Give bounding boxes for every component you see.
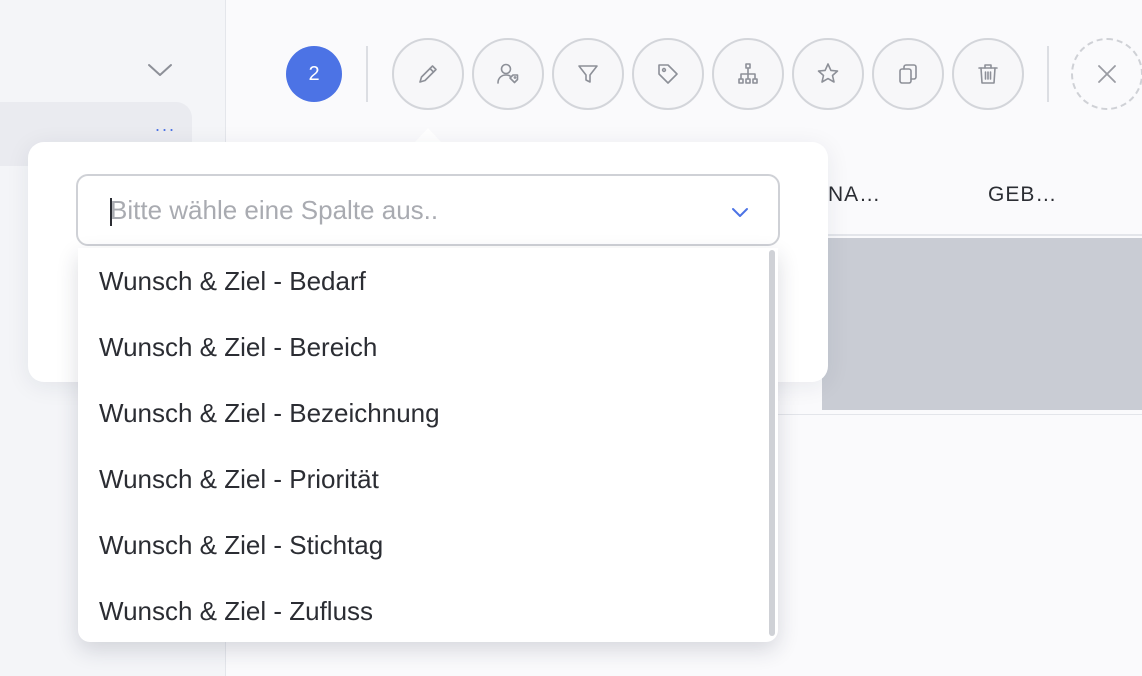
column-header-name[interactable]: NA… [828, 183, 881, 207]
dropdown-option-prioritaet[interactable]: Wunsch & Ziel - Priorität [78, 446, 768, 512]
dropdown-scrollbar[interactable] [769, 250, 775, 636]
pencil-icon [419, 65, 437, 83]
filter-button[interactable] [552, 38, 624, 110]
star-icon [817, 63, 839, 83]
copy-icon [899, 64, 917, 84]
tag-icon [658, 64, 678, 84]
user-tag-icon [497, 63, 519, 84]
sidebar-collapse-button[interactable] [144, 56, 176, 84]
hierarchy-button[interactable] [712, 38, 784, 110]
hierarchy-icon [738, 63, 758, 84]
toolbar-divider [366, 46, 368, 102]
column-header-geb[interactable]: GEB… [988, 183, 1057, 207]
dropdown-option-stichtag[interactable]: Wunsch & Ziel - Stichtag [78, 512, 768, 578]
dropdown-option-bezeichnung[interactable]: Wunsch & Ziel - Bezeichnung [78, 380, 768, 446]
column-select-placeholder: Bitte wähle eine Spalte aus.. [110, 194, 439, 225]
close-icon [1098, 65, 1116, 83]
favorite-button[interactable] [792, 38, 864, 110]
chevron-down-icon [148, 64, 172, 76]
copy-button[interactable] [872, 38, 944, 110]
popover-arrow [414, 128, 442, 143]
column-select[interactable]: Bitte wähle eine Spalte aus.. [76, 174, 780, 246]
toolbar-divider [1047, 46, 1049, 102]
dropdown-option-bereich[interactable]: Wunsch & Ziel - Bereich [78, 314, 768, 380]
assign-user-button[interactable] [472, 38, 544, 110]
column-select-dropdown: Wunsch & Ziel - Bedarf Wunsch & Ziel - B… [78, 248, 778, 642]
dropdown-option-bedarf[interactable]: Wunsch & Ziel - Bedarf [78, 248, 768, 314]
edit-button[interactable] [392, 38, 464, 110]
dropdown-option-zufluss[interactable]: Wunsch & Ziel - Zufluss [78, 578, 768, 642]
table-header-divider [822, 234, 1142, 236]
close-selection-button[interactable] [1071, 38, 1142, 110]
delete-button[interactable] [952, 38, 1024, 110]
selection-count-badge: 2 [286, 46, 342, 102]
chevron-down-icon [728, 200, 752, 224]
tag-button[interactable] [632, 38, 704, 110]
more-horizontal-icon[interactable]: ... [155, 116, 176, 134]
filter-icon [578, 65, 598, 83]
table-row-selected[interactable] [822, 238, 1142, 410]
trash-icon [978, 64, 998, 84]
